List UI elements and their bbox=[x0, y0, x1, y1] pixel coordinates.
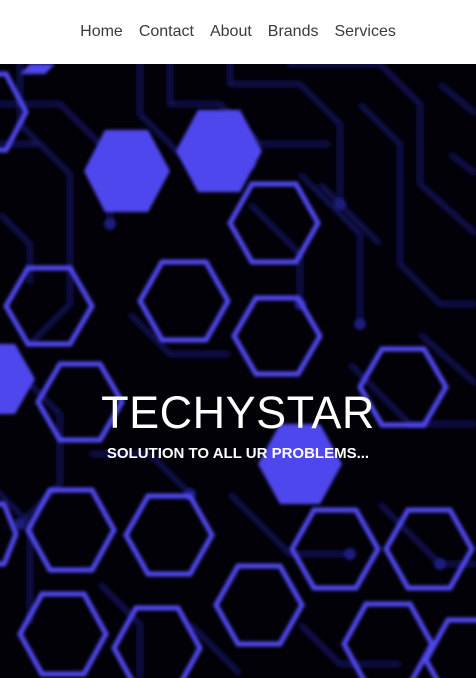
nav-contact-link[interactable]: Contact bbox=[131, 22, 202, 42]
nav-about-link[interactable]: About bbox=[202, 22, 260, 42]
hero-banner: TECHYSTAR SOLUTION TO ALL UR PROBLEMS... bbox=[0, 64, 476, 678]
nav-home-link[interactable]: Home bbox=[72, 22, 131, 42]
top-nav: Home Contact About Brands Services bbox=[0, 0, 476, 64]
hero-subtitle: SOLUTION TO ALL UR PROBLEMS... bbox=[106, 445, 370, 462]
nav-brands-link[interactable]: Brands bbox=[260, 22, 327, 42]
nav-services-link[interactable]: Services bbox=[326, 22, 403, 42]
hero-title: TECHYSTAR bbox=[101, 387, 375, 438]
hero-background-image bbox=[0, 64, 476, 678]
